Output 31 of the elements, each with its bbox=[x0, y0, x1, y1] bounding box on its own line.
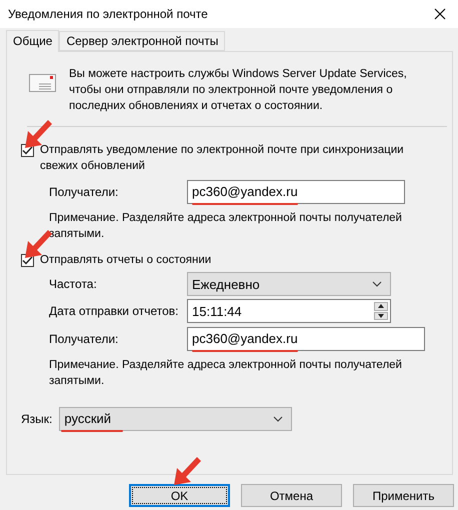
tab[interactable]: Сервер электронной почты bbox=[59, 31, 226, 51]
intro-text: Вы можете настроить службы Windows Server Update Services, чтобы они отправляли по электронной почте уведомления о последних обновлениях и отчетах о состоянии. bbox=[69, 67, 408, 114]
spin-down-button[interactable] bbox=[374, 312, 388, 320]
dialog-button[interactable]: OK bbox=[129, 484, 230, 507]
annotation-arrow bbox=[172, 455, 202, 487]
dialog-button[interactable]: Применить bbox=[353, 484, 454, 507]
field-label: Язык: bbox=[21, 412, 52, 426]
annotation-underline bbox=[61, 430, 124, 432]
frequency-dropdown[interactable]: Ежедневно bbox=[187, 272, 391, 296]
up-triangle-icon bbox=[378, 304, 384, 308]
recipients-field[interactable]: pc360@yandex.ru bbox=[187, 327, 425, 351]
envelope-icon bbox=[29, 72, 57, 94]
spin-up-button[interactable] bbox=[374, 302, 388, 310]
checkbox-label: Отправлять уведомление по электронной почте при синхронизации свежих обновлений bbox=[40, 143, 405, 174]
time-field[interactable]: 15:11:44 bbox=[187, 299, 391, 323]
language-dropdown[interactable]: русский bbox=[59, 407, 292, 431]
down-triangle-icon bbox=[378, 314, 384, 318]
dialog-button[interactable]: Отмена bbox=[241, 484, 342, 507]
field-label: Получатели: bbox=[49, 185, 120, 199]
note-text: Примечание. Разделяйте адреса электронной почты получателей запятыми. bbox=[49, 211, 403, 242]
chevron-icon bbox=[372, 281, 382, 287]
chevron-icon bbox=[273, 416, 284, 422]
checkbox-label: Отправлять отчеты о состоянии bbox=[40, 253, 212, 268]
field-label: Получатели: bbox=[49, 332, 120, 346]
field-label: Дата отправки отчетов: bbox=[49, 304, 180, 318]
recipients-field[interactable]: pc360@yandex.ru bbox=[187, 180, 405, 204]
tab[interactable]: Общие bbox=[6, 30, 60, 52]
field-label: Частота: bbox=[49, 277, 98, 291]
note-text: Примечание. Разделяйте адреса электронной почты получателей запятыми. bbox=[49, 358, 403, 389]
close-icon[interactable] bbox=[434, 8, 446, 20]
window-title: Уведомления по электронной почте bbox=[8, 7, 208, 21]
